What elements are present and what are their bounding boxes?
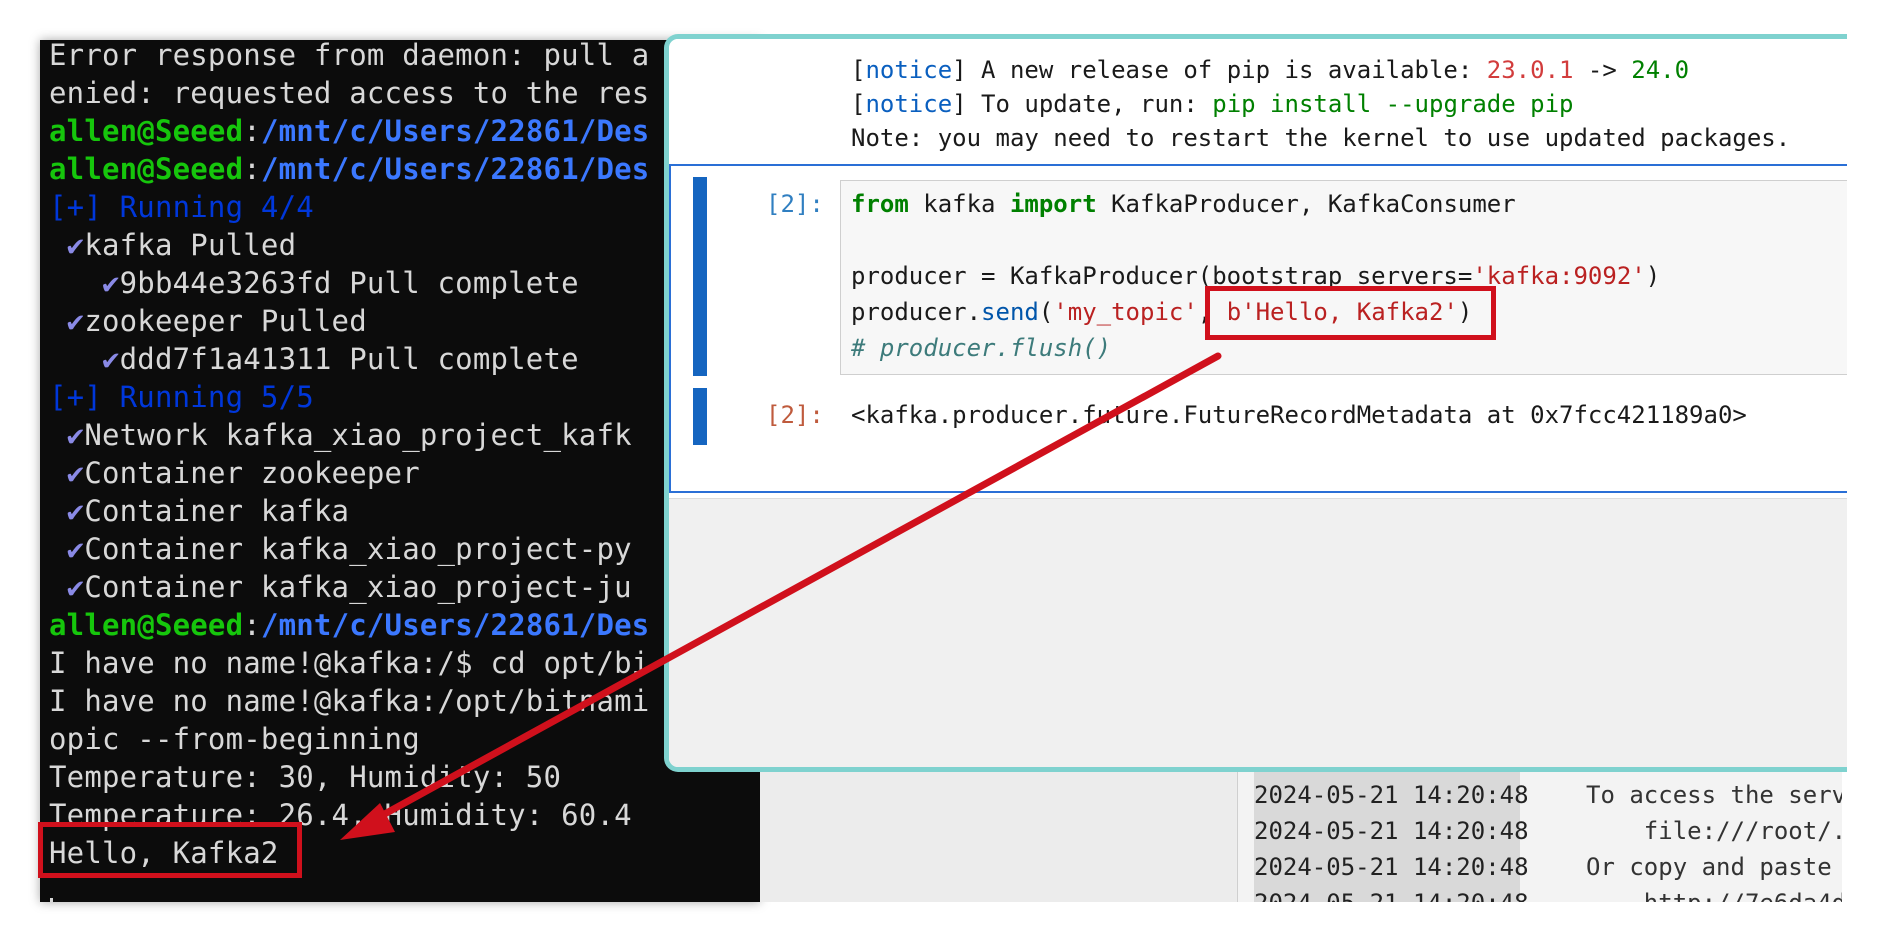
terminal-text: allen@Seeed [49, 114, 244, 148]
terminal-text: /mnt/c/Users/22861/Des [260, 608, 650, 642]
input-prompt: [2]: [766, 190, 824, 218]
terminal-text: enied: requested access to the res [49, 76, 650, 110]
terminal-text: [+] Running 4/4 [49, 190, 314, 224]
terminal-line: ✔Container zookeeper [49, 454, 649, 492]
terminal-line: Error response from daemon: pull a [49, 40, 649, 74]
terminal-line: ✔Container kafka [49, 492, 649, 530]
terminal-line: [+] Running 4/4 [49, 188, 649, 226]
terminal-output: Error response from daemon: pull a enied:… [49, 40, 649, 872]
terminal-text: ✔ [49, 304, 85, 338]
terminal-text: zookeeper Pulled [84, 304, 367, 338]
terminal-text: ✔ [49, 228, 85, 262]
cell-output-collapser[interactable] [693, 388, 707, 445]
terminal-line: ✔kafka Pulled [49, 226, 649, 264]
notebook-area: [notice] A new release of pip is availab… [669, 39, 1847, 498]
pip-notice-line-2: [notice] To update, run: pip install --u… [851, 90, 1574, 118]
terminal-text: 9bb44e3263fd Pull complete [119, 266, 579, 300]
terminal-text: Container zookeeper [84, 456, 420, 490]
terminal-text: ✔ [49, 570, 85, 604]
terminal-line: ✔Container kafka_xiao_project-ju [49, 568, 649, 606]
terminal-text: /mnt/c/Users/22861/Des [260, 152, 650, 186]
terminal-text: opic --from-beginning [49, 722, 420, 756]
terminal-line: I have no name!@kafka:/opt/bitnami [49, 682, 649, 720]
cell-input-collapser[interactable] [693, 177, 707, 376]
output-prompt: [2]: [766, 401, 824, 429]
terminal-window[interactable]: Error response from daemon: pull a enied:… [40, 40, 760, 902]
terminal-text: : [243, 114, 261, 148]
terminal-text: ✔ [49, 456, 85, 490]
terminal-text: ✔ [49, 532, 85, 566]
terminal-text: Container kafka_xiao_project-py [84, 532, 632, 566]
notebook-empty-area [669, 498, 1847, 767]
log-timestamp: 2024-05-21 14:20:48 [1254, 853, 1529, 881]
terminal-line: allen@Seeed:/mnt/c/Users/22861/Des [49, 112, 649, 150]
log-message: Or copy and paste [1586, 853, 1832, 881]
terminal-text: [+] Running 5/5 [49, 380, 314, 414]
jupyter-notebook-window[interactable]: [notice] A new release of pip is availab… [664, 34, 1847, 772]
log-timestamp: 2024-05-21 14:20:48 [1254, 781, 1529, 809]
terminal-line: enied: requested access to the res [49, 74, 649, 112]
terminal-line: allen@Seeed:/mnt/c/Users/22861/Des [49, 606, 649, 644]
terminal-text: ✔ [49, 342, 120, 376]
terminal-line: [+] Running 5/5 [49, 378, 649, 416]
terminal-text: Container kafka [84, 494, 350, 528]
terminal-line: opic --from-beginning [49, 720, 649, 758]
terminal-text: Error response from daemon: pull a [49, 40, 650, 72]
log-message: file:///root/. [1586, 817, 1842, 845]
log-timestamp: 2024-05-21 14:20:48 [1254, 817, 1529, 845]
code-line-import: from kafka import KafkaProducer, KafkaCo… [851, 190, 1516, 218]
terminal-line: allen@Seeed:/mnt/c/Users/22861/Des [49, 150, 649, 188]
terminal-line: ✔9bb44e3263fd Pull complete [49, 264, 649, 302]
terminal-line: ✔Container kafka_xiao_project-py [49, 530, 649, 568]
terminal-text: : [243, 152, 261, 186]
terminal-text: allen@Seeed [49, 608, 244, 642]
terminal-text: I have no name!@kafka:/$ cd opt/bi [49, 646, 650, 680]
terminal-line: ✔ddd7f1a41311 Pull complete [49, 340, 649, 378]
terminal-text: ✔ [49, 418, 85, 452]
log-timestamp: 2024-05-21 14:20:48 [1254, 885, 1529, 902]
terminal-text: I have no name!@kafka:/opt/bitnami [49, 684, 650, 718]
terminal-text: allen@Seeed [49, 152, 244, 186]
log-message: http://7e6da4d [1586, 885, 1842, 902]
terminal-text: Temperature: 30, Humidity: 50 [49, 760, 562, 794]
terminal-text: /mnt/c/Users/22861/Des [260, 114, 650, 148]
terminal-text: kafka Pulled [84, 228, 297, 262]
terminal-line: ✔zookeeper Pulled [49, 302, 649, 340]
code-line-comment: # producer.flush() [851, 334, 1112, 362]
terminal-text: ddd7f1a41311 Pull complete [119, 342, 579, 376]
pip-restart-note: Note: you may need to restart the kernel… [851, 124, 1791, 152]
terminal-text: Container kafka_xiao_project-ju [84, 570, 632, 604]
terminal-cursor [50, 898, 53, 902]
terminal-line: I have no name!@kafka:/$ cd opt/bi [49, 644, 649, 682]
terminal-highlight-box [38, 822, 302, 878]
log-message: To access the serv [1586, 781, 1842, 809]
terminal-line: Temperature: 30, Humidity: 50 [49, 758, 649, 796]
terminal-text: : [243, 608, 261, 642]
terminal-text: ✔ [49, 266, 120, 300]
code-highlight-box [1205, 286, 1496, 340]
terminal-line: ✔Network kafka_xiao_project_kafk [49, 416, 649, 454]
cell-output: <kafka.producer.future.FutureRecordMetad… [851, 401, 1747, 429]
pip-notice-line-1: [notice] A new release of pip is availab… [851, 56, 1690, 84]
terminal-text: ✔ [49, 494, 85, 528]
terminal-text: Network kafka_xiao_project_kafk [84, 418, 632, 452]
